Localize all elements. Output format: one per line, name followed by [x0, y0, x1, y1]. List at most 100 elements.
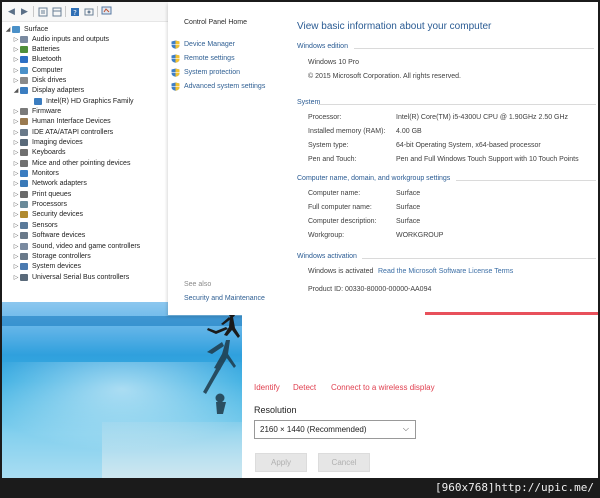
tree-category-item[interactable]: ▷ Keyboards	[12, 148, 65, 158]
tree-category-item[interactable]: ▷ Network adapters	[12, 179, 87, 189]
tree-item-label: Sensors	[32, 221, 58, 229]
license-terms-link[interactable]: Read the Microsoft Software License Term…	[378, 268, 513, 275]
tree-category-item[interactable]: ▷ Universal Serial Bus controllers	[12, 272, 129, 282]
expand-arrow-icon[interactable]: ▷	[12, 170, 20, 177]
tree-category-item[interactable]: ▷ Sound, video and game controllers	[12, 241, 140, 251]
tree-category-item[interactable]: ▷ Print queues	[12, 189, 71, 199]
expand-arrow-icon[interactable]: ▷	[12, 149, 20, 156]
resolution-label: Resolution	[254, 405, 297, 415]
tree-item-label: Processors	[32, 201, 68, 209]
runner-silhouette	[203, 310, 240, 414]
tree-category-item[interactable]: ▷ Disk drives	[12, 75, 66, 85]
expand-arrow-icon[interactable]: ▷	[12, 243, 20, 250]
windows-edition-heading: Windows edition	[297, 43, 348, 50]
collapse-arrow-icon[interactable]: ◢	[12, 87, 20, 94]
view-list-icon[interactable]	[50, 5, 63, 18]
scan-hardware-icon[interactable]	[82, 5, 95, 18]
tree-category-item[interactable]: ▷ Mice and other pointing devices	[12, 158, 130, 168]
tree-category-item[interactable]: ▷ Software devices	[12, 231, 85, 241]
expand-arrow-icon[interactable]: ▷	[12, 77, 20, 84]
expand-arrow-icon[interactable]: ▷	[12, 222, 20, 229]
tree-item-label: Firmware	[32, 107, 62, 115]
expand-arrow-icon[interactable]: ▷	[12, 118, 20, 125]
expand-arrow-icon[interactable]: ▷	[12, 67, 20, 74]
tree-item-label: Security devices	[32, 211, 83, 219]
resolution-dropdown[interactable]: 2160 × 1440 (Recommended) ⌵	[254, 420, 416, 439]
storage-icon	[20, 252, 28, 260]
lock-icon	[20, 211, 28, 219]
tree-category-item[interactable]: ▷ IDE ATA/ATAPI controllers	[12, 127, 113, 137]
system-protection-link[interactable]: System protection	[184, 69, 240, 76]
expand-arrow-icon[interactable]: ▷	[12, 191, 20, 198]
security-maintenance-link[interactable]: Security and Maintenance	[184, 295, 265, 302]
apply-button[interactable]: Apply	[255, 453, 307, 472]
expand-arrow-icon[interactable]: ▷	[12, 56, 20, 63]
shield-icon	[171, 68, 180, 77]
tree-category-item[interactable]: ▷ Bluetooth	[12, 55, 62, 65]
computer-icon	[12, 25, 20, 33]
device-manager-link[interactable]: Device Manager	[184, 41, 235, 48]
forward-arrow-icon[interactable]: ▶	[18, 5, 31, 18]
computer-icon	[20, 66, 28, 74]
expand-arrow-icon[interactable]: ▷	[12, 160, 20, 167]
back-arrow-icon[interactable]: ◀	[5, 5, 18, 18]
tree-category-item[interactable]: ▷ Security devices	[12, 210, 83, 220]
tree-item-label: Keyboards	[32, 149, 66, 157]
properties-icon[interactable]	[36, 5, 49, 18]
tree-root-label: Surface	[24, 25, 49, 33]
usb-icon	[20, 273, 28, 281]
collapse-arrow-icon[interactable]: ◢	[4, 26, 12, 33]
help-icon[interactable]: ?	[68, 5, 81, 18]
expand-arrow-icon[interactable]: ▷	[12, 129, 20, 136]
mouse-icon	[20, 159, 28, 167]
tree-category-item[interactable]: ▷ System devices	[12, 262, 81, 272]
monitor-icon	[20, 87, 28, 95]
tree-item-label: Software devices	[32, 232, 86, 240]
connect-wireless-display-link[interactable]: Connect to a wireless display	[331, 383, 435, 392]
tree-category-item[interactable]: ▷ Human Interface Devices	[12, 117, 111, 127]
device-manager-toolbar: ◀ ▶ ?	[2, 2, 168, 22]
device-manager-window: ◀ ▶ ? ◢ Surface ▷ Audio inputs and outpu…	[2, 2, 168, 302]
tree-category-item[interactable]: ▷ Monitors	[12, 169, 59, 179]
tree-category-item[interactable]: ▷ Imaging devices	[12, 138, 83, 148]
tree-item-label: Print queues	[32, 190, 72, 198]
cpu-icon	[20, 201, 28, 209]
toolbar-separator	[33, 6, 34, 17]
tree-category-item[interactable]: ▷ Sensors	[12, 220, 58, 230]
expand-arrow-icon[interactable]: ▷	[12, 108, 20, 115]
tree-category-item[interactable]: ▷ Audio inputs and outputs	[12, 34, 109, 44]
expand-arrow-icon[interactable]: ▷	[12, 180, 20, 187]
control-panel-home-link[interactable]: Control Panel Home	[184, 19, 247, 26]
remote-settings-link[interactable]: Remote settings	[184, 55, 235, 62]
cancel-button[interactable]: Cancel	[318, 453, 370, 472]
advanced-system-settings-link[interactable]: Advanced system settings	[184, 83, 265, 90]
tree-category-item[interactable]: ▷ Firmware	[12, 106, 61, 116]
control-panel-nav: Control Panel Home Device Manager Remote…	[168, 2, 290, 315]
section-divider	[318, 104, 596, 105]
expand-arrow-icon[interactable]: ▷	[12, 232, 20, 239]
tree-category-item[interactable]: ◢ Display adapters	[12, 86, 84, 96]
tree-category-item[interactable]: ▷ Storage controllers	[12, 251, 91, 261]
expand-arrow-icon[interactable]: ▷	[12, 36, 20, 43]
detect-link[interactable]: Detect	[293, 383, 316, 392]
see-also-heading: See also	[184, 281, 212, 288]
monitor-icon	[34, 97, 42, 105]
identify-link[interactable]: Identify	[254, 383, 280, 392]
tree-category-item[interactable]: ▷ Processors	[12, 200, 67, 210]
expand-arrow-icon[interactable]: ▷	[12, 274, 20, 281]
expand-arrow-icon[interactable]: ▷	[12, 211, 20, 218]
tree-child-item[interactable]: Intel(R) HD Graphics Family	[26, 96, 134, 106]
expand-arrow-icon[interactable]: ▷	[12, 253, 20, 260]
tree-root[interactable]: ◢ Surface	[4, 24, 48, 34]
tree-category-item[interactable]: ▷ Computer	[12, 65, 63, 75]
expand-arrow-icon[interactable]: ▷	[12, 263, 20, 270]
section-divider	[456, 180, 596, 181]
shield-icon	[171, 40, 180, 49]
device-manager-app-icon[interactable]	[100, 5, 113, 18]
pen-touch-value: Pen and Full Windows Touch Support with …	[396, 156, 579, 163]
expand-arrow-icon[interactable]: ▷	[12, 201, 20, 208]
expand-arrow-icon[interactable]: ▷	[12, 46, 20, 53]
camera-icon	[20, 139, 28, 146]
expand-arrow-icon[interactable]: ▷	[12, 139, 20, 146]
tree-category-item[interactable]: ▷ Batteries	[12, 44, 60, 54]
